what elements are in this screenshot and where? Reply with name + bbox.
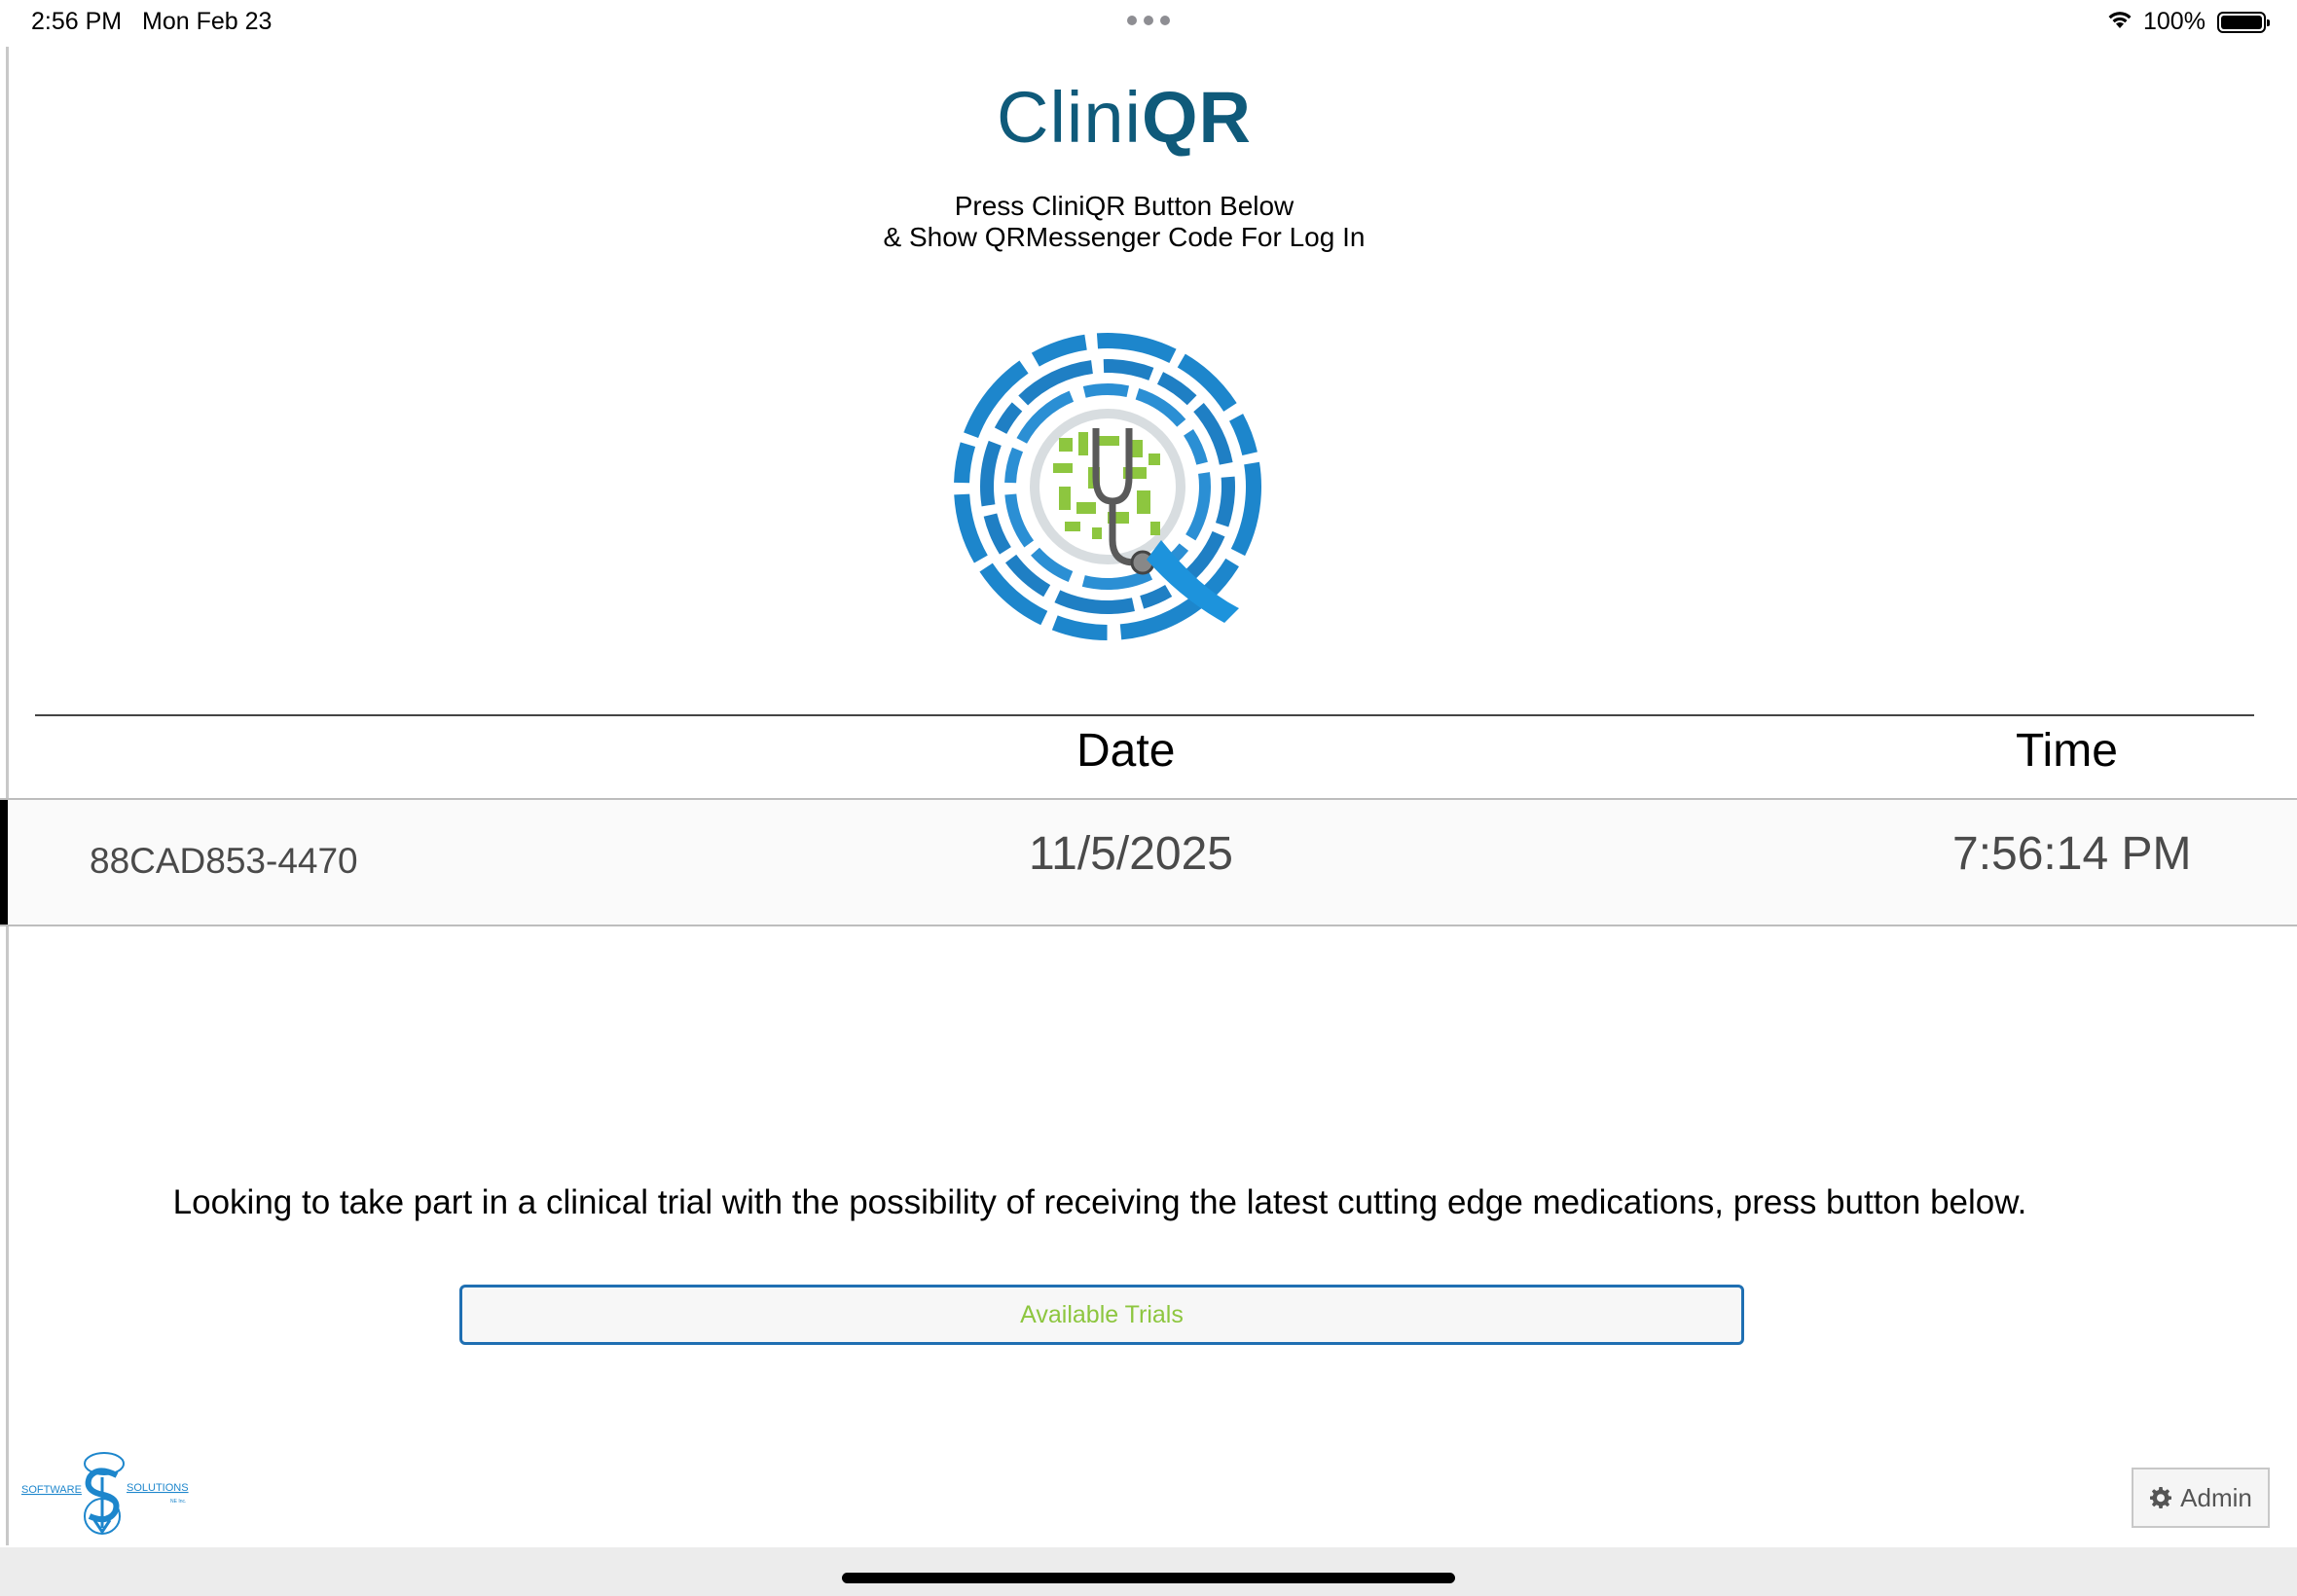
wifi-icon xyxy=(2108,12,2132,28)
row-date: 11/5/2025 xyxy=(1029,828,1233,880)
bottom-bar xyxy=(0,1547,2297,1596)
row-selection-marker xyxy=(0,800,8,925)
available-trials-button[interactable]: Available Trials xyxy=(459,1285,1744,1345)
instructions-line-1: Press CliniQR Button Below xyxy=(954,191,1294,221)
company-logo-small-text: NE Inc. xyxy=(170,1499,186,1505)
multitask-dots-icon[interactable] xyxy=(1127,16,1170,25)
battery-icon xyxy=(2217,12,2270,33)
left-edge-divider xyxy=(6,47,9,1545)
company-logo-right-text: SOLUTIONS xyxy=(127,1482,189,1494)
battery-percentage: 100% xyxy=(2143,8,2206,35)
app-title-bold: QR xyxy=(1141,77,1252,158)
status-time: 2:56 PM xyxy=(31,8,123,35)
row-id: 88CAD853-4470 xyxy=(90,841,358,881)
software-solutions-logo: SOFTWARE SOLUTIONS NE Inc. xyxy=(21,1452,189,1535)
admin-label: Admin xyxy=(2180,1482,2252,1512)
time-column-header: Time xyxy=(2016,725,2118,777)
row-time: 7:56:14 PM xyxy=(1952,828,2192,880)
login-instructions: Press CliniQR Button Below & Show QRMess… xyxy=(0,191,2248,253)
admin-button[interactable]: Admin xyxy=(2132,1468,2270,1528)
app-title: CliniQR xyxy=(0,76,2248,159)
cliniqr-logo-icon[interactable] xyxy=(952,331,1263,642)
company-logo-left-text: SOFTWARE xyxy=(21,1484,82,1496)
gear-icon xyxy=(2150,1487,2172,1508)
status-date: Mon Feb 23 xyxy=(142,8,273,35)
app-title-light: Clini xyxy=(997,77,1142,158)
table-top-divider xyxy=(35,714,2254,716)
status-bar: 2:56 PM Mon Feb 23 100% xyxy=(0,0,2297,47)
home-indicator[interactable] xyxy=(842,1573,1455,1583)
clinical-trial-prompt: Looking to take part in a clinical trial… xyxy=(172,1183,2027,1221)
table-row[interactable]: 88CAD853-4470 11/5/2025 7:56:14 PM xyxy=(0,798,2297,926)
date-column-header: Date xyxy=(1076,725,1176,777)
instructions-line-2: & Show QRMessenger Code For Log In xyxy=(883,222,1366,252)
